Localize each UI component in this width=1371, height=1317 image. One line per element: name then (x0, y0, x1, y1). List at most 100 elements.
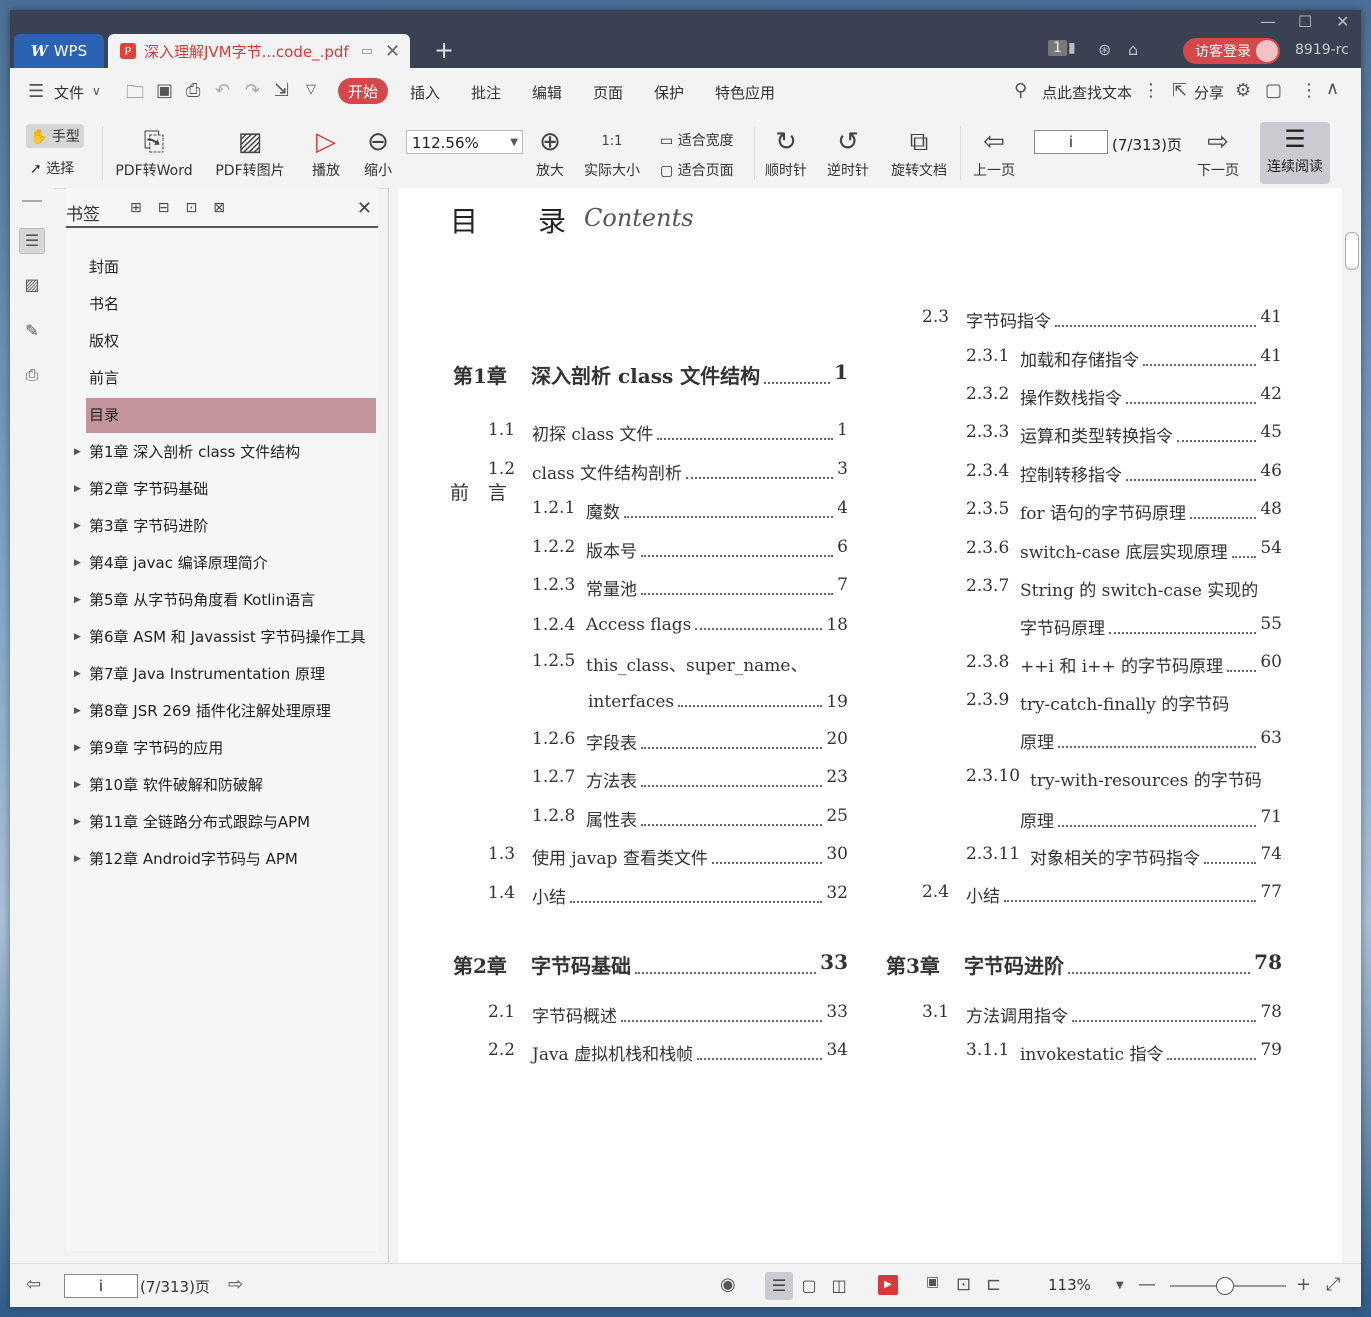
pdf-to-word-button[interactable]: ⎘ PDF转Word (112, 124, 196, 180)
more-options-icon[interactable]: ⋮ (1300, 80, 1318, 101)
toc-entry[interactable]: 2.3.4 控制转移指令 46 (966, 461, 1282, 486)
expand-arrow-icon[interactable]: ▶ (74, 620, 81, 655)
gear-icon[interactable]: ⚙ (1235, 80, 1251, 101)
toc-entry[interactable]: interfaces 19 (588, 692, 848, 712)
page-number-input[interactable]: i (1034, 130, 1108, 154)
expand-arrow-icon[interactable]: ▶ (74, 583, 81, 618)
bookmark-item[interactable]: ▶ 第5章 从字节码角度看 Kotlin语言 (74, 583, 376, 618)
bookmark-item[interactable]: ▶ 第1章 深入剖析 class 文件结构 (74, 435, 376, 470)
toc-entry[interactable]: 第3章 字节码进阶 78 (886, 950, 1282, 979)
guest-login-button[interactable]: 访客登录 (1183, 38, 1280, 64)
collapse-ribbon-icon[interactable]: ∧ (1326, 78, 1339, 99)
wps-home-tab[interactable]: W WPS (14, 34, 104, 68)
undo-icon[interactable]: ↶ (215, 80, 230, 101)
toc-entry[interactable]: 2.2 Java 虚拟机栈和栈帧 34 (488, 1040, 848, 1065)
close-icon[interactable]: ✕ (357, 198, 372, 219)
export-icon[interactable]: ⇲ (274, 80, 289, 101)
new-tab-button[interactable]: + (434, 36, 454, 64)
toc-entry[interactable]: 2.3.1 加载和存储指令 41 (966, 346, 1282, 371)
document-tab[interactable]: P 深入理解JVM字节...code_.pdf ▭ ✕ (108, 34, 410, 68)
hamburger-menu-icon[interactable]: ☰ (28, 81, 44, 102)
save-icon[interactable]: ▣ (156, 80, 173, 101)
print-icon[interactable]: ⎙ (186, 80, 200, 101)
toc-entry[interactable]: 3.1.1 invokestatic 指令 79 (966, 1040, 1282, 1065)
toc-entry[interactable]: 2.3 字节码指令 41 (922, 307, 1282, 332)
play-button[interactable]: ▷ 播放 (306, 124, 346, 180)
expand-arrow-icon[interactable]: ▶ (74, 694, 81, 729)
toc-entry[interactable]: 1.2.3 常量池 7 (532, 575, 848, 600)
zoom-combobox[interactable]: 112.56% ▼ (406, 130, 523, 154)
toc-entry[interactable]: 1.2.2 版本号 6 (532, 537, 848, 562)
toc-entry[interactable]: 1.2.1 魔数 4 (532, 498, 848, 523)
play-slideshow-icon[interactable]: ▶ (878, 1275, 898, 1295)
image-extract-icon[interactable]: ⎙ (19, 362, 45, 388)
bookmark-item[interactable]: ▶ 第10章 软件破解和防破解 (74, 768, 376, 803)
expand-arrow-icon[interactable]: ▶ (74, 472, 81, 507)
toc-entry[interactable]: 2.3.9 try-catch-finally 的字节码 (966, 690, 1282, 715)
collapse-all-icon[interactable]: ⊟ (158, 200, 186, 216)
expand-arrow-icon[interactable]: ▶ (74, 768, 81, 803)
select-tool-button[interactable]: ➚ 选择 (30, 158, 74, 178)
share-button[interactable]: 分享 (1194, 82, 1224, 103)
bookmark-item[interactable]: 目录 (86, 398, 376, 433)
scrollbar-thumb[interactable] (1345, 232, 1359, 270)
toc-entry[interactable]: 2.3.8 ++i 和 i++ 的字节码原理 60 (966, 652, 1282, 677)
annotation-icon[interactable]: ✎ (19, 318, 45, 344)
chevron-down-icon[interactable]: ∨ (92, 84, 101, 98)
fit-page-button[interactable]: ▢ 适合页面 (660, 160, 734, 180)
skin-icon[interactable]: ⌂ (1128, 40, 1138, 59)
expand-arrow-icon[interactable]: ▶ (74, 805, 81, 840)
search-icon[interactable]: ⚲ (1014, 80, 1027, 101)
bookmark-item[interactable]: ▶ 第8章 JSR 269 插件化注解处理原理 (74, 694, 376, 729)
next-page-button[interactable]: ⇨ 下一页 (1192, 124, 1244, 180)
bookmark-item[interactable]: ▶ 第7章 Java Instrumentation 原理 (74, 657, 376, 692)
toc-entry[interactable]: 1.2.8 属性表 25 (532, 806, 848, 831)
bookmark-item[interactable]: 前言 (86, 361, 376, 396)
toc-entry[interactable]: 2.3.5 for 语句的字节码原理 48 (966, 499, 1282, 524)
toc-entry[interactable]: 1.2.4 Access flags 18 (532, 615, 848, 635)
toc-entry[interactable]: 2.3.6 switch-case 底层实现原理 54 (966, 538, 1282, 563)
fullscreen-icon[interactable]: ⤢ (1326, 1274, 1340, 1295)
continuous-reading-button[interactable]: ☰ 连续阅读 (1260, 122, 1330, 184)
window-count-badge[interactable]: 1 (1048, 40, 1067, 56)
toc-entry[interactable]: 2.4 小结 77 (922, 882, 1282, 907)
drag-handle[interactable] (22, 200, 42, 202)
zoom-out-button[interactable]: ⊖ 缩小 (358, 124, 398, 180)
float-window-icon[interactable]: ▭ (361, 44, 373, 59)
rotate-counterclockwise-button[interactable]: ↺ 逆时针 (822, 124, 874, 180)
prev-page-button[interactable]: ⇦ 上一页 (968, 124, 1020, 180)
fit-width-icon[interactable]: ⊏ (986, 1274, 1001, 1295)
bookmark-options-icon[interactable]: ⊠ (213, 200, 241, 216)
minimize-icon[interactable]: — (1260, 12, 1276, 31)
chevron-down-icon[interactable]: ▼ (1116, 1280, 1124, 1291)
two-page-icon[interactable]: ◫ (825, 1272, 853, 1300)
single-page-icon[interactable]: ▢ (795, 1272, 823, 1300)
fit-page-icon[interactable]: ⊡ (956, 1274, 971, 1295)
toc-entry[interactable]: 2.3.7 String 的 switch-case 实现的 (966, 576, 1282, 601)
chevron-down-icon[interactable]: ▼ (510, 131, 518, 155)
toc-entry[interactable]: 1.3 使用 javap 查看类文件 30 (488, 844, 848, 869)
prev-page-icon[interactable]: ⇦ (26, 1274, 41, 1295)
toc-entry[interactable]: 1.2 class 文件结构剖析 3 (488, 459, 848, 484)
rotate-clockwise-button[interactable]: ↻ 顺时针 (760, 124, 812, 180)
share-icon[interactable]: ⇱ (1172, 80, 1187, 101)
search-text-button[interactable]: 点此查找文本 (1042, 82, 1132, 103)
next-page-icon[interactable]: ⇨ (228, 1274, 243, 1295)
bookmark-item[interactable]: 书名 (86, 287, 376, 322)
bookmark-item[interactable]: 封面 (86, 250, 376, 285)
toc-entry[interactable]: 2.3.3 运算和类型转换指令 45 (966, 422, 1282, 447)
tab-special[interactable]: 特色应用 (715, 82, 775, 103)
toc-entry[interactable]: 3.1 方法调用指令 78 (922, 1002, 1282, 1027)
thumbnail-icon[interactable]: ▨ (19, 272, 45, 298)
toc-entry[interactable]: 第2章 字节码基础 33 (453, 950, 848, 979)
bookmark-item[interactable]: ▶ 第12章 Android字节码与 APM (74, 842, 376, 877)
expand-arrow-icon[interactable]: ▶ (74, 731, 81, 766)
toc-entry[interactable]: 1.2.6 字段表 20 (532, 729, 848, 754)
bookmark-item[interactable]: 版权 (86, 324, 376, 359)
more-vertical-icon[interactable]: ⋮ (1142, 80, 1160, 101)
chat-icon[interactable]: ▢ (1265, 80, 1282, 101)
single-page-continuous-icon[interactable]: ☰ (765, 1272, 793, 1300)
toc-entry[interactable]: 1.1 初探 class 文件 1 (488, 420, 848, 445)
bookmark-item[interactable]: ▶ 第9章 字节码的应用 (74, 731, 376, 766)
tab-annotate[interactable]: 批注 (471, 82, 501, 103)
